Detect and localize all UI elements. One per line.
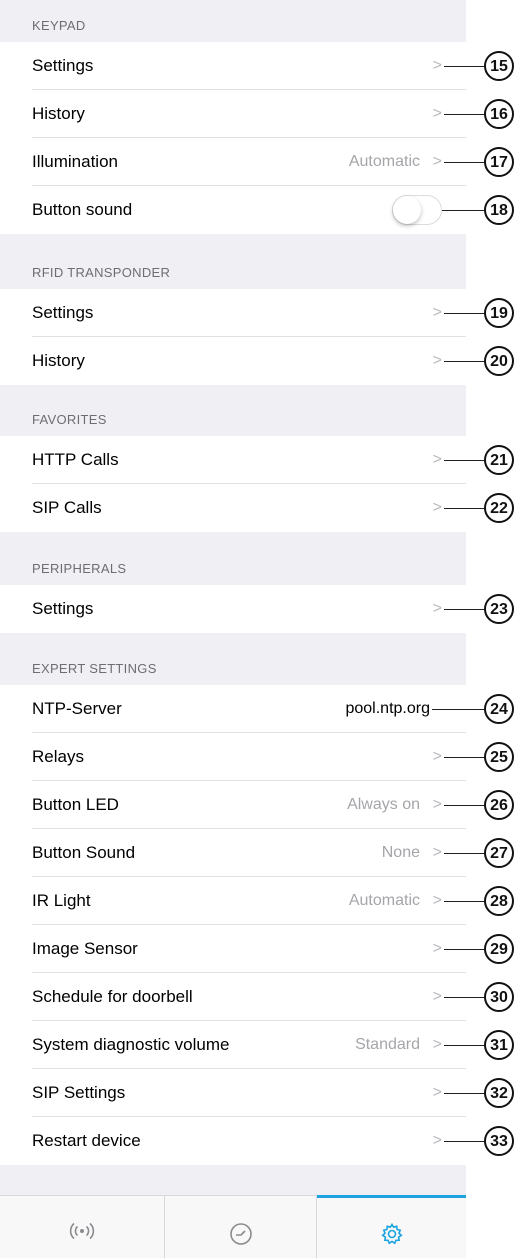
row-label: Schedule for doorbell	[32, 987, 193, 1006]
section-header-keypad: KEYPAD	[0, 0, 466, 42]
chevron-right-icon: >	[432, 844, 442, 861]
row-rfid-history[interactable]: History >	[0, 337, 466, 385]
callout-badge: 17	[484, 147, 514, 177]
row-label: Button Sound	[32, 843, 136, 862]
row-label: Settings	[32, 599, 94, 618]
chevron-right-icon: >	[432, 451, 442, 468]
button-sound-switch[interactable]	[392, 195, 442, 225]
row-label: Relays	[32, 747, 84, 766]
callout-badge: 24	[484, 694, 514, 724]
callout-badge: 23	[484, 594, 514, 624]
tab-settings[interactable]	[317, 1195, 466, 1258]
callout-badge: 30	[484, 982, 514, 1012]
row-value: Always on	[347, 796, 420, 813]
callout-badge: 21	[484, 445, 514, 475]
row-label: History	[32, 351, 85, 370]
footer-spacer	[0, 1165, 466, 1195]
row-peripherals-settings[interactable]: Settings >	[0, 585, 466, 633]
row-ir-light[interactable]: IR Light Automatic >	[0, 877, 466, 925]
callout-badge: 31	[484, 1030, 514, 1060]
section-header-rfid: RFID TRANSPONDER	[0, 234, 466, 289]
row-label: SIP Settings	[32, 1083, 126, 1102]
callout-badge: 15	[484, 51, 514, 81]
history-clock-icon	[229, 1222, 253, 1251]
row-label: System diagnostic volume	[32, 1035, 230, 1054]
row-value: Automatic	[348, 153, 420, 170]
broadcast-icon	[69, 1222, 95, 1245]
row-value: Automatic	[348, 892, 420, 909]
row-image-sensor[interactable]: Image Sensor >	[0, 925, 466, 973]
row-relays[interactable]: Relays >	[0, 733, 466, 781]
row-value: Standard	[355, 1036, 420, 1053]
chevron-right-icon: >	[432, 105, 442, 122]
chevron-right-icon: >	[432, 988, 442, 1005]
row-label: IR Light	[32, 891, 91, 910]
row-label: Button LED	[32, 795, 119, 814]
chevron-right-icon: >	[432, 57, 442, 74]
switch-knob	[393, 196, 421, 224]
tab-live[interactable]	[0, 1196, 164, 1258]
chevron-right-icon: >	[432, 892, 442, 909]
chevron-right-icon: >	[432, 1132, 442, 1149]
row-ntp-server[interactable]: NTP-Server pool.ntp.org	[0, 685, 466, 733]
callout-badge: 20	[484, 346, 514, 376]
row-sip-settings[interactable]: SIP Settings >	[0, 1069, 466, 1117]
tab-bar	[0, 1195, 466, 1258]
row-sip-calls[interactable]: SIP Calls >	[0, 484, 466, 532]
tab-history[interactable]	[165, 1196, 316, 1258]
callout-badge: 19	[484, 298, 514, 328]
chevron-right-icon: >	[432, 1036, 442, 1053]
chevron-right-icon: >	[432, 1084, 442, 1101]
row-value: None	[381, 844, 420, 861]
section-header-favorites: FAVORITES	[0, 385, 466, 436]
row-illumination[interactable]: Illumination Automatic >	[0, 138, 466, 186]
section-header-peripherals: PERIPHERALS	[0, 532, 466, 585]
row-button-sound-toggle: Button sound	[0, 186, 466, 234]
chevron-right-icon: >	[432, 796, 442, 813]
row-label: Image Sensor	[32, 939, 138, 958]
row-label: HTTP Calls	[32, 450, 119, 469]
row-label: SIP Calls	[32, 498, 102, 517]
chevron-right-icon: >	[432, 600, 442, 617]
row-label: Settings	[32, 303, 94, 322]
row-restart-device[interactable]: Restart device >	[0, 1117, 466, 1165]
row-keypad-settings[interactable]: Settings >	[0, 42, 466, 90]
row-http-calls[interactable]: HTTP Calls >	[0, 436, 466, 484]
chevron-right-icon: >	[432, 304, 442, 321]
row-label: Settings	[32, 56, 94, 75]
row-rfid-settings[interactable]: Settings >	[0, 289, 466, 337]
row-label: Restart device	[32, 1131, 141, 1150]
row-label: History	[32, 104, 85, 123]
section-header-expert: EXPERT SETTINGS	[0, 633, 466, 685]
callout-badge: 25	[484, 742, 514, 772]
settings-panel: KEYPAD Settings > History > Illumination Au…	[0, 0, 466, 1258]
chevron-right-icon: >	[432, 748, 442, 765]
callout-badge: 27	[484, 838, 514, 868]
callout-badge: 28	[484, 886, 514, 916]
row-label: Button sound	[32, 200, 133, 219]
row-value: pool.ntp.org	[345, 700, 430, 717]
row-label: NTP-Server	[32, 699, 122, 718]
chevron-right-icon: >	[432, 352, 442, 369]
chevron-right-icon: >	[432, 153, 442, 170]
callout-badge: 29	[484, 934, 514, 964]
callout-badge: 22	[484, 493, 514, 523]
row-diagnostic-volume[interactable]: System diagnostic volume Standard >	[0, 1021, 466, 1069]
row-button-led[interactable]: Button LED Always on >	[0, 781, 466, 829]
row-keypad-history[interactable]: History >	[0, 90, 466, 138]
callout-badge: 32	[484, 1078, 514, 1108]
chevron-right-icon: >	[432, 499, 442, 516]
settings-gear-icon	[380, 1222, 404, 1251]
callout-badge: 18	[484, 195, 514, 225]
callout-badge: 16	[484, 99, 514, 129]
callout-badge: 26	[484, 790, 514, 820]
row-schedule-doorbell[interactable]: Schedule for doorbell >	[0, 973, 466, 1021]
callout-badge: 33	[484, 1126, 514, 1156]
row-button-sound[interactable]: Button Sound None >	[0, 829, 466, 877]
row-label: Illumination	[32, 152, 118, 171]
chevron-right-icon: >	[432, 940, 442, 957]
